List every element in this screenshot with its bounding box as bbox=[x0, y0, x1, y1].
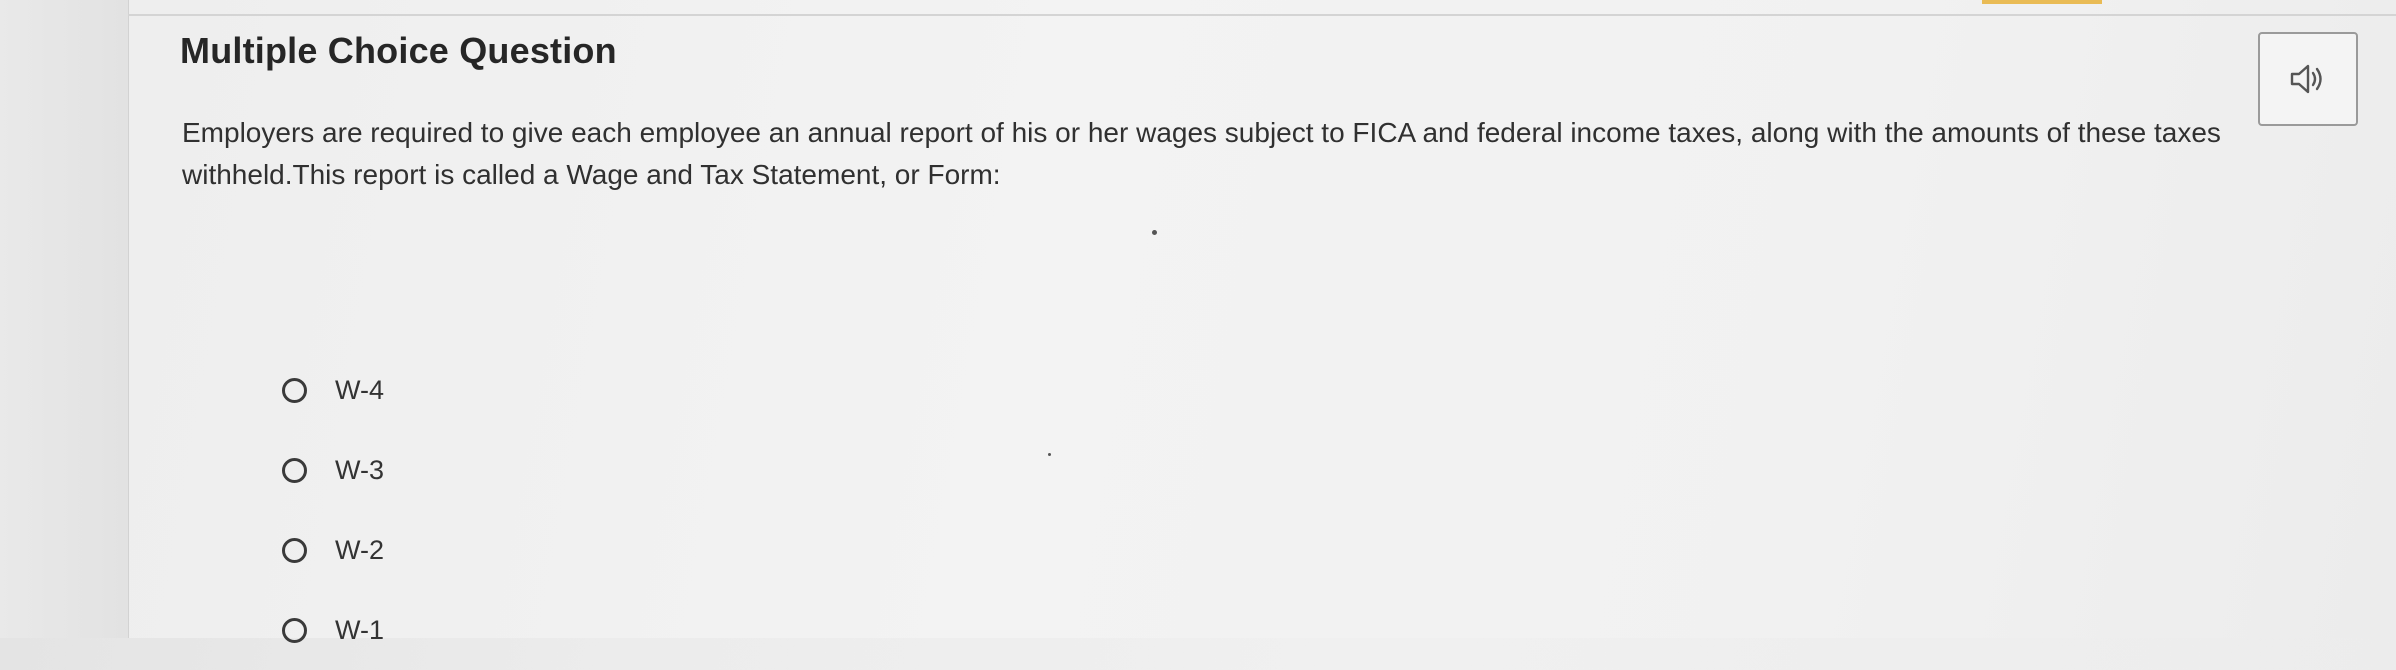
answer-option-label: W-4 bbox=[335, 374, 385, 405]
radio-button[interactable] bbox=[282, 537, 307, 563]
screen-speck bbox=[1048, 453, 1051, 456]
screen-speck bbox=[1152, 230, 1157, 235]
answer-option-w2[interactable]: W-2 bbox=[282, 510, 384, 590]
speaker-icon bbox=[2290, 64, 2322, 94]
answer-options: W-4 W-3 W-2 W-1 bbox=[282, 350, 384, 670]
top-divider bbox=[128, 14, 2396, 16]
question-text: Employers are required to give each empl… bbox=[182, 117, 2221, 190]
radio-button[interactable] bbox=[282, 377, 307, 403]
radio-button[interactable] bbox=[282, 457, 307, 483]
answer-option-w3[interactable]: W-3 bbox=[282, 430, 384, 510]
left-margin bbox=[0, 0, 128, 638]
question-panel bbox=[128, 0, 2396, 638]
question-heading: Multiple Choice Question bbox=[180, 30, 617, 71]
answer-option-label: W-1 bbox=[335, 614, 385, 645]
answer-option-label: W-3 bbox=[335, 454, 385, 485]
answer-option-w4[interactable]: W-4 bbox=[282, 350, 384, 430]
top-accent-bar bbox=[1982, 0, 2102, 4]
answer-option-w1[interactable]: W-1 bbox=[282, 590, 384, 670]
answer-option-label: W-2 bbox=[335, 534, 385, 565]
radio-button[interactable] bbox=[282, 617, 307, 643]
